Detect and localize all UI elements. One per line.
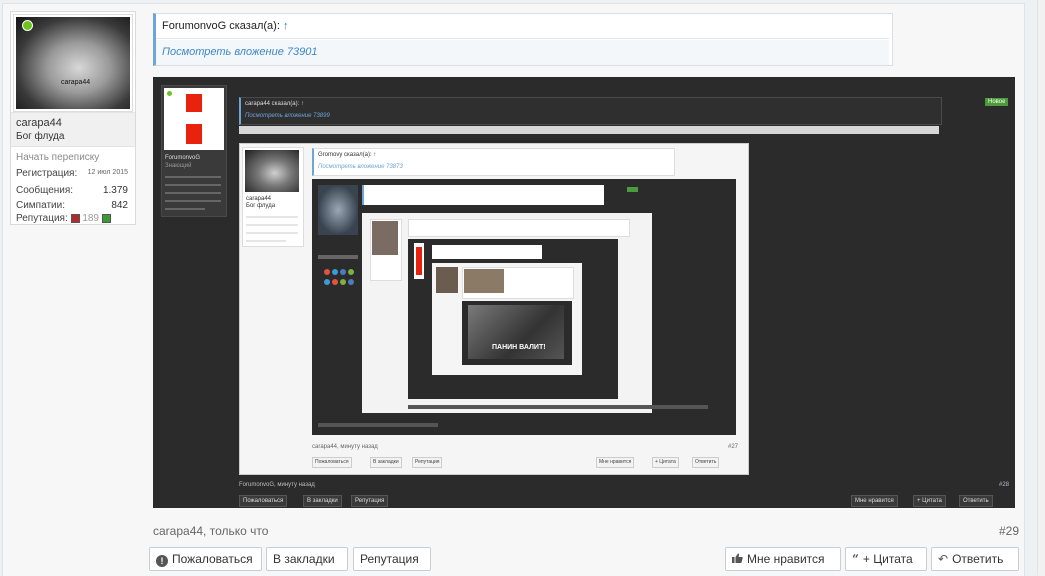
reply-icon: ↶ bbox=[938, 552, 949, 566]
user-name-block: carapa44 Бог флуда bbox=[11, 112, 135, 147]
embedded-scroll-track bbox=[239, 126, 939, 134]
embedded-outer-quote-btn: + Цитата bbox=[913, 495, 946, 507]
embedded-inner-quote-btn: + Цитата bbox=[652, 457, 679, 468]
embedded-deep-caption: ПАНИН ВАЛИТ! bbox=[492, 344, 546, 351]
embedded-inner-user-title: Бог флуда bbox=[246, 203, 276, 209]
like-label: Мне нравится bbox=[747, 552, 825, 566]
embedded-deep-screenshot: ПАНИН ВАЛИТ! bbox=[312, 179, 736, 435]
user-card: carapa44 carapa44 Бог флуда Начать переп… bbox=[10, 11, 136, 225]
like-button[interactable]: Мне нравится bbox=[725, 547, 841, 571]
embedded-outer-number: #28 bbox=[999, 482, 1010, 488]
attached-screenshot[interactable]: ForumonvoG Знающий carapa44 сказал(а): ↑… bbox=[153, 77, 1015, 508]
stat-value: 189 bbox=[82, 213, 99, 224]
stat-likes: Симпатии: 842 bbox=[16, 200, 130, 211]
embedded-inner-reputation: Репутация bbox=[412, 457, 443, 468]
reputation-label: Репутация bbox=[360, 552, 419, 566]
bookmark-label: В закладки bbox=[273, 552, 335, 566]
stat-value: 1.379 bbox=[102, 185, 128, 196]
stat-value: 842 bbox=[111, 200, 128, 211]
stat-label: Регистрация: bbox=[16, 168, 78, 179]
reputation-negative-icon[interactable] bbox=[70, 213, 80, 223]
start-conversation-link[interactable]: Начать переписку bbox=[16, 152, 99, 163]
reputation-button[interactable]: Репутация bbox=[353, 547, 431, 571]
embedded-outer-bookmark: В закладки bbox=[303, 495, 342, 507]
report-label: Пожаловаться bbox=[172, 552, 253, 566]
page-scrollbar[interactable] bbox=[1037, 0, 1045, 575]
embedded-inner-quote-link: Посмотреть вложение 73873 bbox=[318, 164, 403, 170]
warning-icon: ! bbox=[156, 555, 168, 567]
embedded-new-badge: Новое bbox=[985, 98, 1009, 106]
quote-block: ForumonvoG сказал(а): ↑ Посмотреть вложе… bbox=[153, 13, 893, 66]
avatar[interactable]: carapa44 bbox=[16, 17, 130, 109]
forum-post: carapa44 carapa44 Бог флуда Начать переп… bbox=[2, 3, 1025, 576]
embedded-outer-reputation: Репутация bbox=[351, 495, 389, 507]
quote-label: + Цитата bbox=[862, 552, 913, 566]
quote-header: ForumonvoG сказал(а): ↑ bbox=[156, 14, 889, 39]
embedded-inner-number: #27 bbox=[728, 444, 739, 450]
stat-label: Сообщения: bbox=[16, 185, 74, 196]
embedded-outer-report: Пожаловаться bbox=[239, 495, 288, 507]
embedded-outer-like: Мне нравится bbox=[851, 495, 898, 507]
stat-label: Репутация: bbox=[16, 213, 68, 224]
embedded-user-title: Знающий bbox=[165, 163, 192, 169]
quote-attachment-link[interactable]: Посмотреть вложение 73901 bbox=[156, 40, 889, 65]
embedded-inner-like: Мне нравится bbox=[596, 457, 635, 468]
stat-registration: Регистрация: 12 июл 2015 bbox=[16, 168, 130, 179]
embedded-outer-meta: ForumonvoG, минуту назад bbox=[239, 482, 315, 488]
reputation-positive-icon[interactable] bbox=[101, 213, 111, 223]
post-number[interactable]: #29 bbox=[999, 524, 1019, 538]
embedded-quote-author: carapa44 сказал(а): ↑ bbox=[245, 101, 304, 107]
username[interactable]: carapa44 bbox=[16, 117, 62, 129]
stat-reputation: Репутация: 189 bbox=[16, 213, 130, 224]
stat-value: 12 июл 2015 bbox=[87, 169, 128, 176]
embedded-inner-meta: carapa44, минуту назад bbox=[312, 444, 378, 450]
thumbs-up-icon bbox=[732, 548, 743, 570]
reply-label: Ответить bbox=[952, 552, 1004, 566]
user-title: Бог флуда bbox=[16, 131, 65, 142]
stat-label: Симпатии: bbox=[16, 200, 65, 211]
embedded-inner-quote: Gromovy сказал(а): ↑ Посмотреть вложение… bbox=[312, 148, 675, 176]
embedded-inner-username: carapa44 bbox=[246, 196, 272, 202]
embedded-avatar bbox=[164, 88, 224, 150]
embedded-outer-reply: Ответить bbox=[959, 495, 993, 507]
embedded-inner-page: carapa44 Бог флуда Gromovy сказал(а): ↑ … bbox=[239, 143, 749, 475]
reply-button[interactable]: ↶ Ответить bbox=[931, 547, 1019, 571]
quote-author: ForumonvoG сказал(а): bbox=[162, 20, 280, 32]
online-status-icon bbox=[22, 20, 33, 31]
quote-source-arrow-icon[interactable]: ↑ bbox=[283, 20, 289, 32]
bookmark-button[interactable]: В закладки bbox=[266, 547, 348, 571]
post-meta[interactable]: carapa44, только что bbox=[153, 524, 268, 538]
embedded-quote: carapa44 сказал(а): ↑ Посмотреть вложени… bbox=[239, 97, 942, 125]
quote-button[interactable]: “+ Цитата bbox=[845, 547, 927, 571]
avatar-caption: carapa44 bbox=[61, 79, 91, 86]
quote-icon: “ bbox=[852, 552, 859, 566]
embedded-username: ForumonvoG bbox=[165, 155, 201, 161]
embedded-quote-link: Посмотреть вложение 73899 bbox=[245, 113, 330, 119]
embedded-inner-user-card: carapa44 Бог флуда bbox=[242, 147, 304, 247]
report-button[interactable]: ! Пожаловаться bbox=[149, 547, 262, 571]
embedded-user-card: ForumonvoG Знающий bbox=[161, 85, 227, 217]
stat-messages: Сообщения: 1.379 bbox=[16, 185, 130, 196]
embedded-inner-quote-author: Gromovy сказал(а): ↑ bbox=[318, 152, 377, 158]
embedded-inner-report: Пожаловаться bbox=[312, 457, 352, 468]
embedded-inner-bookmark: В закладки bbox=[370, 457, 402, 468]
avatar-frame[interactable]: carapa44 bbox=[13, 14, 133, 112]
embedded-inner-reply: Ответить bbox=[692, 457, 720, 468]
